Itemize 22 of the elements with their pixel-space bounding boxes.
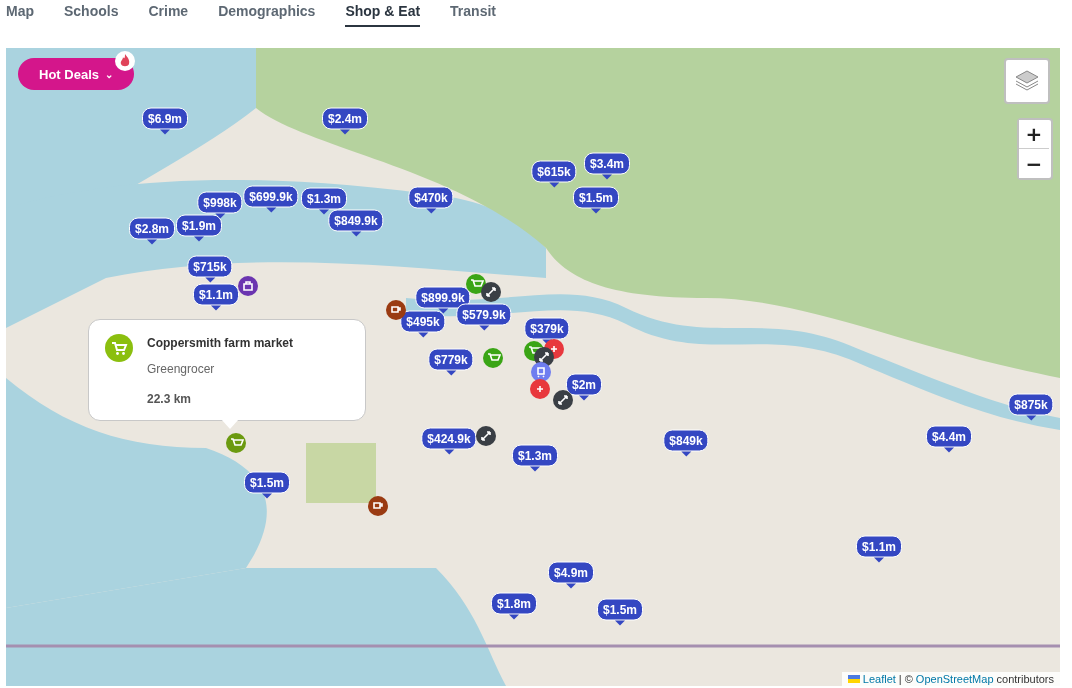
attribution-text: contributors (996, 673, 1054, 685)
openstreetmap-link[interactable]: OpenStreetMap (915, 673, 994, 685)
shop-marker-icon[interactable] (482, 347, 504, 369)
place-title: Coppersmith farm market (147, 336, 294, 350)
tab[interactable]: Crime (148, 0, 189, 27)
shop-marker-icon[interactable] (225, 432, 247, 454)
tab[interactable]: Map (6, 0, 34, 27)
flame-icon (114, 50, 136, 72)
cart-icon (105, 334, 133, 362)
tab[interactable]: Schools (64, 0, 119, 27)
place-distance: 22.3 km (147, 392, 193, 406)
tab[interactable]: Transit (450, 0, 496, 27)
layers-button[interactable] (1004, 58, 1050, 104)
tab[interactable]: Shop & Eat (345, 0, 421, 27)
flag-icon (847, 675, 860, 683)
tab[interactable]: Demographics (218, 0, 316, 27)
place-category: Greengrocer (147, 362, 216, 376)
leaflet-link[interactable]: Leaflet (862, 673, 896, 685)
plus-marker-icon[interactable] (529, 378, 551, 400)
zoom-in-button[interactable]: + (1019, 120, 1049, 149)
hot-deals-button[interactable]: Hot Deals ⌄ (18, 58, 134, 90)
attribution-text: | © (898, 673, 913, 685)
